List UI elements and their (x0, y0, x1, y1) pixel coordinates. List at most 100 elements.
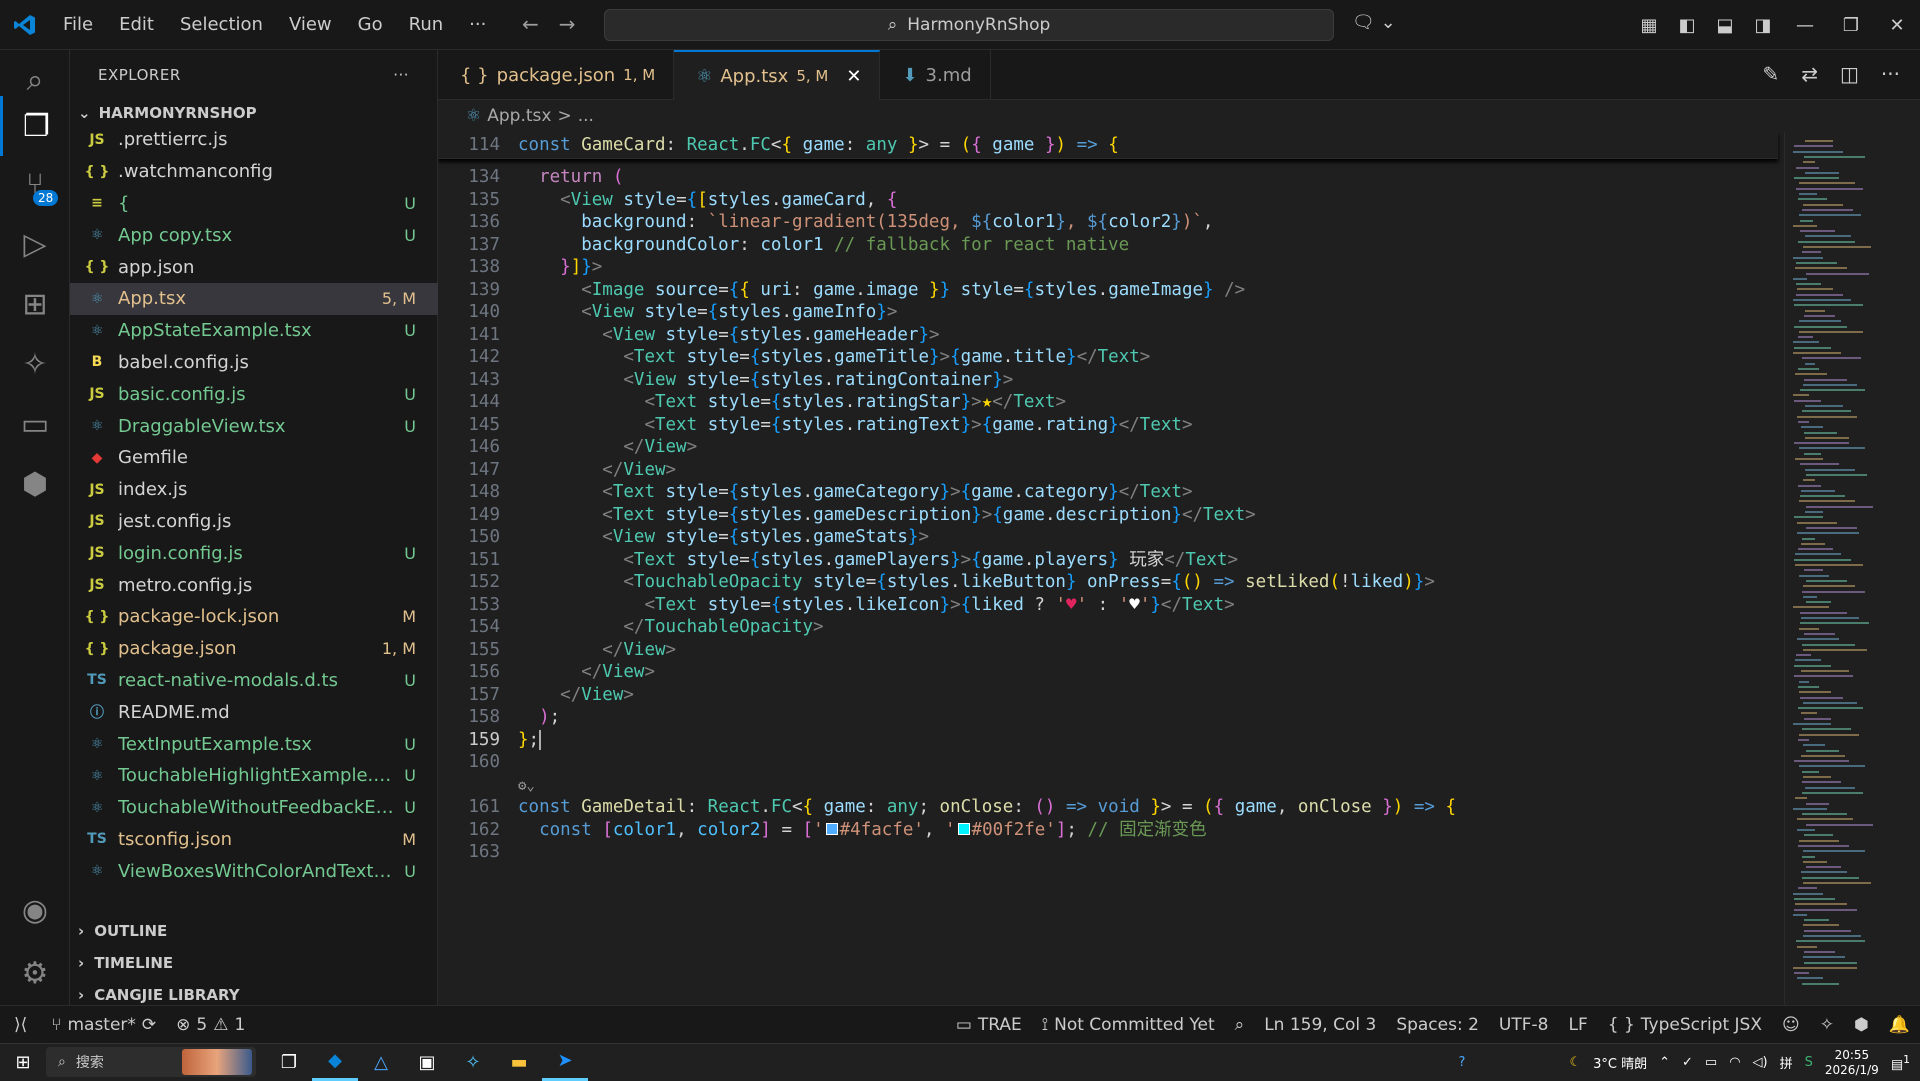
close-tab-icon[interactable]: ✕ (846, 66, 861, 87)
file-item[interactable]: ⚛ ViewBoxesWithColorAndText.tsx U (70, 855, 438, 887)
trae-plugin-icon[interactable]: ✧ (0, 334, 70, 394)
file-item[interactable]: { } package.json 1, M (70, 633, 438, 665)
command-center-search[interactable]: ⌕ HarmonyRnShop (604, 9, 1334, 41)
battery-icon[interactable]: ▭ (1705, 1055, 1717, 1070)
input-method-icon[interactable]: 拼 (1780, 1053, 1793, 1072)
file-item[interactable]: ≡ {U (70, 188, 438, 220)
feishu-taskbar-icon[interactable]: ➤ (542, 1044, 588, 1081)
breadcrumb-symbol[interactable]: ... (578, 106, 594, 126)
deveco-taskbar-icon[interactable]: ✧ (450, 1044, 496, 1081)
file-item[interactable]: ⚛ App.tsx 5, M (70, 282, 438, 315)
code-editor[interactable]: 114 const GameCard: React.FC<{ game: any … (438, 132, 1784, 1005)
close-window-icon[interactable]: ✕ (1874, 15, 1920, 36)
windows-start-icon[interactable]: ⊞ (0, 1044, 46, 1081)
file-item[interactable]: ◆ Gemfile (70, 442, 438, 474)
extensions-icon[interactable]: ⊞ (0, 274, 70, 334)
app-taskbar-icon[interactable]: △ (358, 1044, 404, 1081)
trae-status[interactable]: ▭ TRAE (946, 1015, 1032, 1035)
file-item[interactable]: JS jest.config.js (70, 506, 438, 538)
run-debug-icon[interactable]: ▷ (0, 214, 70, 274)
more-actions-icon[interactable]: ··· (1881, 62, 1900, 86)
cangjie-icon[interactable]: ⬢ (0, 454, 70, 514)
minimap[interactable] (1784, 132, 1904, 1005)
code-line[interactable]: 163 (438, 839, 1778, 866)
file-item[interactable]: ⚛ TouchableHighlightExample.tsx U (70, 760, 438, 792)
tab-package-json[interactable]: { } package.json 1, M (438, 50, 675, 100)
tray-app-icon[interactable]: ✓ (1682, 1055, 1693, 1070)
forward-arrow-icon[interactable]: → (559, 12, 576, 36)
section-timeline[interactable]: › TIMELINE (70, 947, 438, 979)
file-item[interactable]: ⚛ TextInputExample.tsx U (70, 728, 438, 760)
file-item[interactable]: Bbabel.config.js (70, 347, 438, 379)
tray-green-icon[interactable]: S (1805, 1055, 1813, 1070)
menu-more[interactable]: ··· (456, 14, 499, 35)
weather-text[interactable]: 3°C 晴朗 (1593, 1053, 1647, 1072)
file-item[interactable]: JS login.config.js U (70, 537, 438, 569)
file-item[interactable]: ⚛ AppStateExample.tsx U (70, 315, 438, 347)
menu-go[interactable]: Go (345, 14, 396, 35)
account-icon[interactable]: ◉ (0, 880, 70, 940)
git-blame-status[interactable]: ⟟ Not Committed Yet (1032, 1015, 1225, 1035)
file-item[interactable]: JS metro.config.js (70, 569, 438, 601)
language-mode[interactable]: { } TypeScript JSX (1598, 1015, 1772, 1035)
zoom-icon[interactable]: ⌕ (1225, 1015, 1255, 1035)
code-line[interactable]: 114 const GameCard: React.FC<{ game: any … (438, 132, 1778, 160)
terminal-taskbar-icon[interactable]: ▣ (404, 1044, 450, 1081)
file-explorer-taskbar-icon[interactable]: ▬ (496, 1044, 542, 1081)
section-outline[interactable]: › OUTLINE (70, 915, 438, 947)
cangjie-status-icon[interactable]: ⬢ (1844, 1015, 1879, 1035)
file-item[interactable]: { } .watchmanconfig (70, 156, 438, 188)
indentation[interactable]: Spaces: 2 (1386, 1015, 1489, 1035)
vscode-taskbar-icon[interactable]: ◆ (312, 1044, 358, 1081)
weather-icon[interactable]: ☾ (1569, 1055, 1581, 1070)
menu-edit[interactable]: Edit (106, 14, 167, 35)
volume-icon[interactable]: ◁) (1753, 1055, 1768, 1070)
menu-view[interactable]: View (276, 14, 345, 35)
file-item[interactable]: TS react-native-modals.d.ts U (70, 665, 438, 697)
trae-status-icon[interactable]: ✧ (1810, 1015, 1844, 1035)
branch-status[interactable]: ⑂ master* ⟳ (41, 1015, 166, 1035)
tab-3-md[interactable]: ⬇ 3.md (880, 50, 991, 100)
explorer-icon[interactable]: ❐ (0, 96, 70, 156)
file-item[interactable]: TS tsconfig.json M (70, 824, 438, 856)
file-item[interactable]: { } app.json (70, 251, 438, 283)
copilot-status-icon[interactable]: ☺ (1772, 1015, 1810, 1035)
split-editor-icon[interactable]: ◫ (1840, 62, 1859, 86)
file-item[interactable]: ⚛ TouchableWithoutFeedbackExa... U (70, 792, 438, 824)
tab-app-tsx[interactable]: ⚛ App.tsx 5, M ✕ (674, 50, 881, 100)
toggle-panel-icon[interactable]: ⬓ (1706, 15, 1744, 36)
file-item[interactable]: ⓘ README.md (70, 696, 438, 728)
file-item[interactable]: JS basic.config.js U (70, 378, 438, 410)
file-item[interactable]: JS .prettierrc.js (70, 124, 438, 156)
problems-status[interactable]: ⊗ 5 ⚠ 1 (166, 1015, 255, 1035)
notifications-bell-icon[interactable]: 🔔 (1879, 1015, 1920, 1035)
remote-explorer-icon[interactable]: ▭ (0, 394, 70, 454)
file-item[interactable]: ⚛ DraggableView.tsx U (70, 410, 438, 442)
minimize-icon[interactable]: — (1782, 15, 1828, 36)
end-of-line[interactable]: LF (1558, 1015, 1597, 1035)
toggle-secondary-sidebar-icon[interactable]: ◨ (1744, 15, 1782, 36)
menu-run[interactable]: Run (396, 14, 457, 35)
file-item[interactable]: JS index.js (70, 474, 438, 506)
copilot-chat-icon[interactable]: 🗨 ⌄ (1352, 12, 1396, 33)
back-arrow-icon[interactable]: ← (522, 12, 539, 36)
file-item[interactable]: { } package-lock.json M (70, 601, 438, 633)
breadcrumb-file[interactable]: App.tsx (487, 106, 551, 126)
task-view-icon[interactable]: ❐ (266, 1044, 312, 1081)
file-item[interactable]: ⚛ App copy.tsx U (70, 219, 438, 251)
code-lens-icon[interactable]: ⚙⌄ (518, 778, 535, 794)
explorer-more-actions[interactable]: ··· (393, 66, 409, 84)
notification-center-icon[interactable]: ▤1 (1891, 1053, 1910, 1072)
manage-gear-icon[interactable]: ⚙ (0, 943, 70, 1003)
edit-pencil-icon[interactable]: ✎ (1762, 62, 1779, 86)
menu-file[interactable]: File (50, 14, 106, 35)
tray-chevron-icon[interactable]: ⌃ (1659, 1055, 1670, 1070)
source-control-icon[interactable]: ⑂ 28 (0, 154, 70, 214)
menu-selection[interactable]: Selection (167, 14, 276, 35)
customize-layout-icon[interactable]: ▦ (1630, 15, 1668, 36)
taskbar-search[interactable]: ⌕ 搜索 (46, 1047, 256, 1077)
wifi-icon[interactable]: ◠ (1729, 1055, 1740, 1070)
toggle-sidebar-icon[interactable]: ◧ (1668, 15, 1706, 36)
help-icon[interactable]: ? (1459, 1055, 1466, 1070)
cursor-position[interactable]: Ln 159, Col 3 (1254, 1015, 1386, 1035)
